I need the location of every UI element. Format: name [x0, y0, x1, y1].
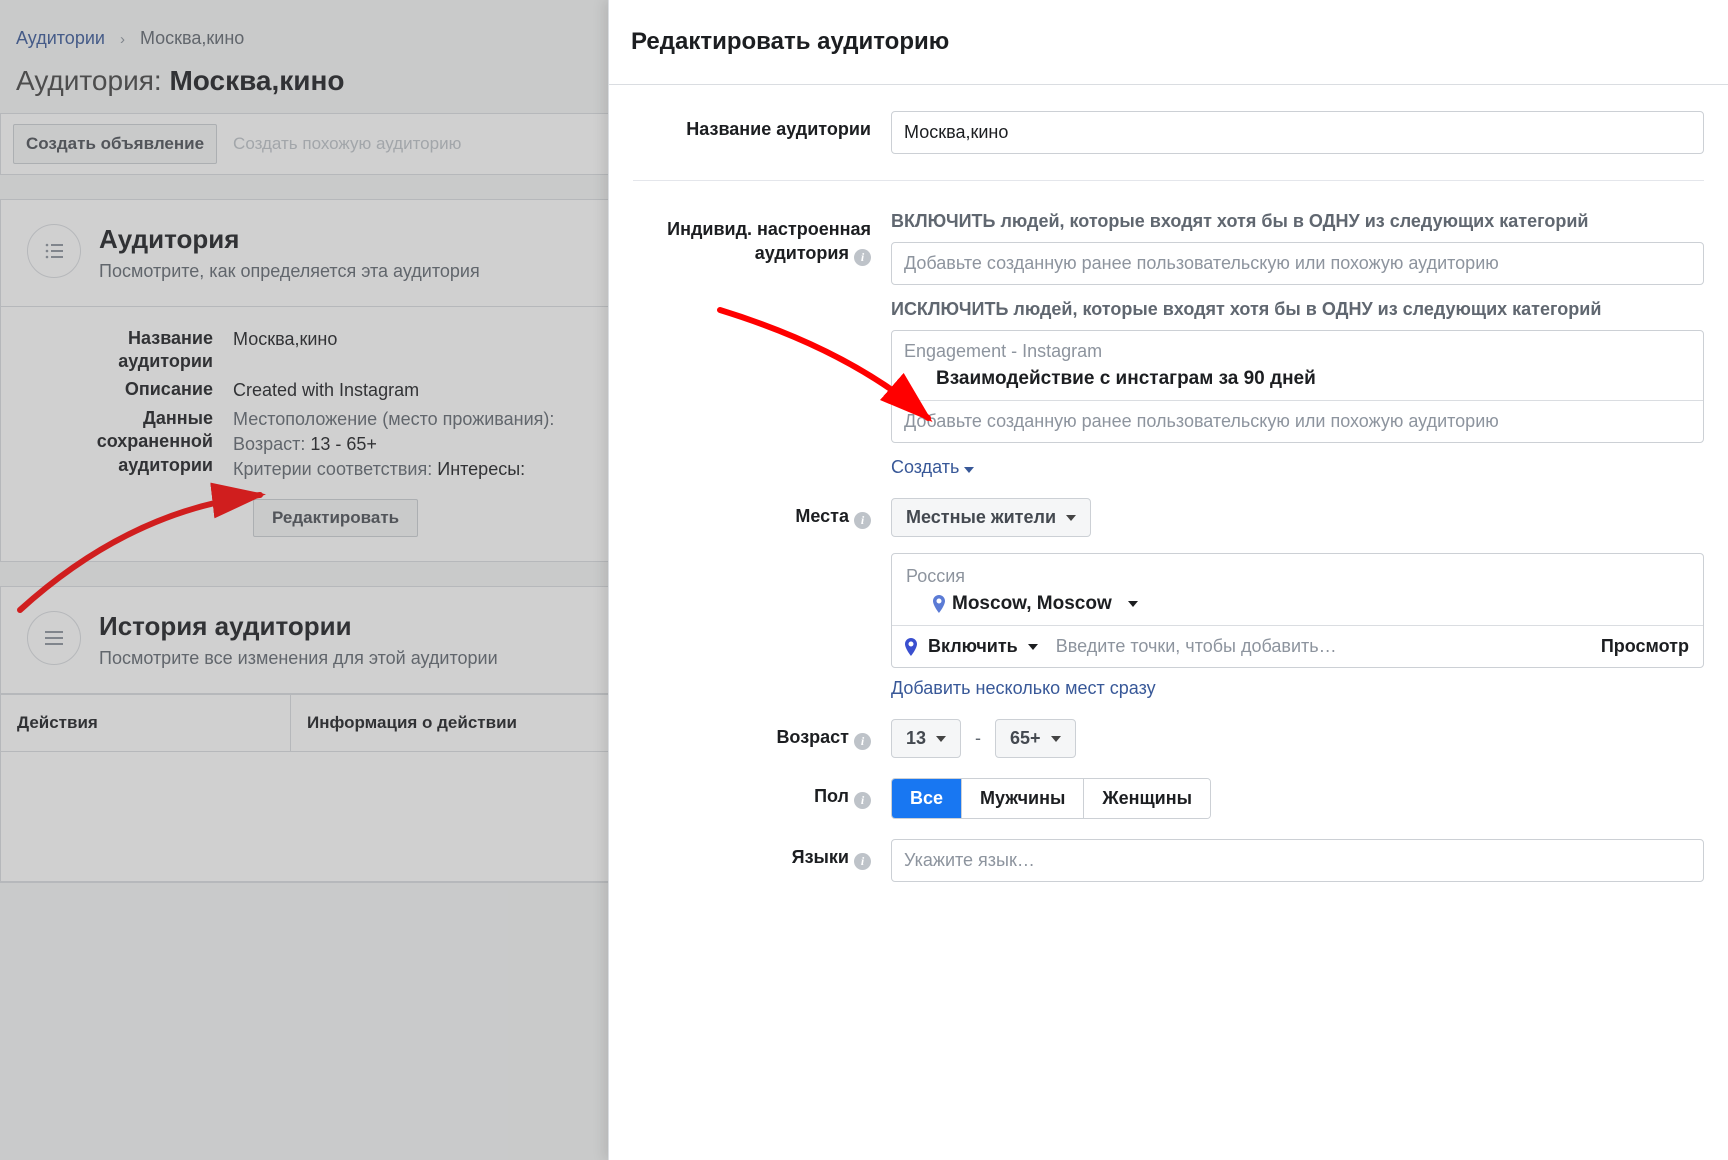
label-audience-name: Название аудитории — [633, 111, 891, 141]
places-city-chip[interactable]: Moscow, Moscow — [906, 593, 1689, 615]
pin-icon — [932, 595, 946, 613]
age-to-value: 65+ — [1010, 728, 1041, 749]
caret-down-icon — [936, 736, 946, 742]
label-languages: Языки — [792, 847, 849, 867]
label-places: Места — [795, 506, 849, 526]
info-icon[interactable]: i — [854, 249, 871, 266]
add-many-places-link[interactable]: Добавить несколько мест сразу — [891, 678, 1156, 699]
gender-option-male[interactable]: Мужчины — [962, 779, 1084, 818]
caret-down-icon — [964, 467, 974, 473]
include-exclude-toggle[interactable]: Включить — [892, 626, 1050, 667]
caret-down-icon — [1051, 736, 1061, 742]
info-icon[interactable]: i — [854, 853, 871, 870]
include-section-title: ВКЛЮЧИТЬ людей, которые входят хотя бы в… — [891, 211, 1704, 232]
caret-down-icon — [1128, 601, 1138, 607]
label-age: Возраст — [776, 727, 849, 747]
age-to-select[interactable]: 65+ — [995, 719, 1076, 758]
label-gender: Пол — [814, 786, 849, 806]
info-icon[interactable]: i — [854, 733, 871, 750]
exclude-section-title: ИСКЛЮЧИТЬ людей, которые входят хотя бы … — [891, 299, 1704, 320]
info-icon[interactable]: i — [854, 792, 871, 809]
places-mode-select[interactable]: Местные жители — [891, 498, 1091, 537]
exclude-chip[interactable]: Взаимодействие с инстаграм за 90 дней — [892, 364, 1703, 400]
create-audience-link[interactable]: Создать — [891, 457, 974, 477]
label-custom-audience: Индивид. настроенная аудитория — [667, 219, 871, 263]
languages-input[interactable] — [891, 839, 1704, 882]
modal-title: Редактировать аудиторию — [609, 0, 1728, 85]
caret-down-icon — [1028, 644, 1038, 650]
edit-audience-modal: Редактировать аудиторию Название аудитор… — [608, 0, 1728, 1160]
places-search-input[interactable] — [1050, 626, 1587, 667]
places-mode-label: Местные жители — [906, 507, 1056, 528]
places-country: Россия — [906, 566, 1689, 587]
gender-segment: Все Мужчины Женщины — [891, 778, 1211, 819]
places-preview-button[interactable]: Просмотр — [1587, 626, 1703, 667]
exclude-group-head: Engagement - Instagram — [892, 331, 1703, 364]
age-dash: - — [975, 728, 981, 749]
exclude-box[interactable]: Engagement - Instagram Взаимодействие с … — [891, 330, 1704, 443]
info-icon[interactable]: i — [854, 512, 871, 529]
include-box[interactable]: Добавьте созданную ранее пользовательску… — [891, 242, 1704, 285]
divider — [633, 180, 1704, 181]
gender-option-female[interactable]: Женщины — [1084, 779, 1210, 818]
include-placeholder: Добавьте созданную ранее пользовательску… — [892, 243, 1703, 284]
age-from-value: 13 — [906, 728, 926, 749]
gender-option-all[interactable]: Все — [892, 779, 962, 818]
caret-down-icon — [1066, 515, 1076, 521]
age-from-select[interactable]: 13 — [891, 719, 961, 758]
places-box: Россия Moscow, Moscow Включить — [891, 553, 1704, 668]
exclude-placeholder: Добавьте созданную ранее пользовательску… — [892, 400, 1703, 442]
include-exclude-label: Включить — [928, 636, 1018, 657]
audience-name-input[interactable] — [891, 111, 1704, 154]
places-city-label: Moscow, Moscow — [952, 593, 1112, 615]
pin-icon — [904, 638, 918, 656]
create-audience-label: Создать — [891, 457, 959, 477]
